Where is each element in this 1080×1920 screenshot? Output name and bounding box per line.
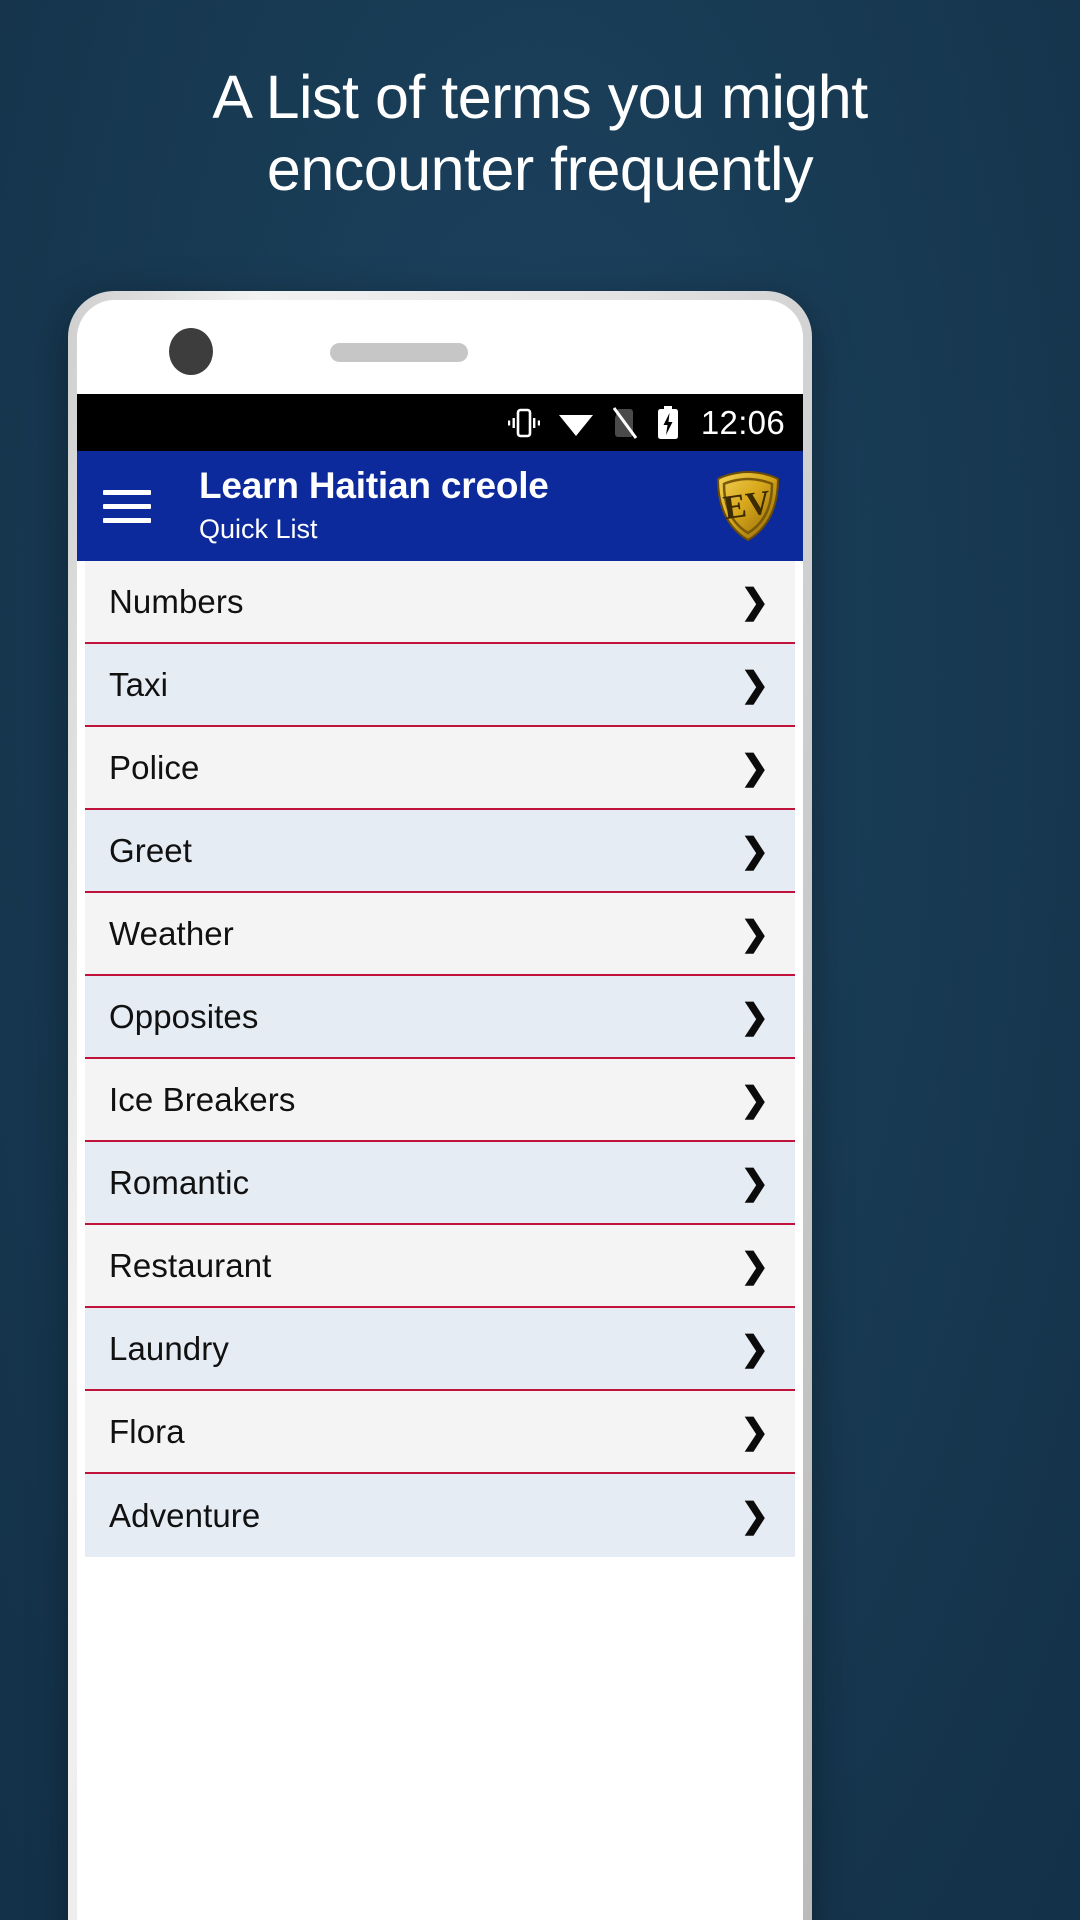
list-item-label: Greet	[109, 831, 193, 869]
app-bar-titles: Learn Haitian creole Quick List	[199, 465, 715, 547]
list-item-label: Romantic	[109, 1163, 250, 1201]
chevron-right-icon: ❯	[740, 1412, 770, 1451]
phone-hardware-top	[77, 300, 803, 394]
chevron-right-icon: ❯	[740, 582, 770, 621]
list-item[interactable]: Taxi ❯	[85, 644, 795, 727]
list-item[interactable]: Adventure ❯	[85, 1474, 795, 1557]
list-item-label: Opposites	[109, 997, 259, 1035]
chevron-right-icon: ❯	[740, 831, 770, 870]
quick-list[interactable]: Numbers ❯ Taxi ❯ Police ❯ Greet ❯ Weathe…	[77, 561, 803, 1920]
sim-off-icon	[611, 406, 639, 439]
vibrate-icon	[507, 408, 541, 438]
list-item[interactable]: Laundry ❯	[85, 1308, 795, 1391]
wifi-icon	[558, 409, 594, 437]
phone-screen: 12:06 Learn Haitian creole Quick List EV…	[77, 300, 803, 1920]
status-bar: 12:06	[77, 394, 803, 451]
speaker-grille	[330, 343, 468, 362]
chevron-right-icon: ❯	[740, 665, 770, 704]
list-item[interactable]: Police ❯	[85, 727, 795, 810]
list-item-label: Laundry	[109, 1329, 229, 1367]
list-item[interactable]: Numbers ❯	[85, 561, 795, 644]
list-item-label: Restaurant	[109, 1246, 272, 1284]
app-bar: Learn Haitian creole Quick List EV	[77, 451, 803, 561]
list-item[interactable]: Ice Breakers ❯	[85, 1059, 795, 1142]
svg-text:EV: EV	[721, 484, 773, 527]
chevron-right-icon: ❯	[740, 997, 770, 1036]
list-item[interactable]: Greet ❯	[85, 810, 795, 893]
list-item[interactable]: Romantic ❯	[85, 1142, 795, 1225]
list-item-label: Flora	[109, 1412, 185, 1450]
ev-shield-logo-icon[interactable]: EV	[715, 470, 781, 542]
chevron-right-icon: ❯	[740, 914, 770, 953]
app-subtitle: Quick List	[199, 513, 318, 544]
battery-charging-icon	[656, 405, 680, 440]
list-item[interactable]: Weather ❯	[85, 893, 795, 976]
list-item-label: Adventure	[109, 1496, 261, 1534]
hamburger-menu-icon[interactable]	[103, 489, 151, 523]
app-title: Learn Haitian creole	[199, 465, 549, 507]
list-item[interactable]: Restaurant ❯	[85, 1225, 795, 1308]
status-bar-clock: 12:06	[700, 403, 785, 441]
chevron-right-icon: ❯	[740, 1496, 770, 1535]
camera-icon	[169, 328, 213, 375]
chevron-right-icon: ❯	[740, 1163, 770, 1202]
chevron-right-icon: ❯	[740, 1246, 770, 1285]
list-item-label: Numbers	[109, 582, 244, 620]
list-item[interactable]: Flora ❯	[85, 1391, 795, 1474]
list-item-label: Weather	[109, 914, 234, 952]
phone-mockup: 12:06 Learn Haitian creole Quick List EV…	[68, 291, 812, 1920]
list-item[interactable]: Opposites ❯	[85, 976, 795, 1059]
list-item-label: Taxi	[109, 665, 169, 703]
list-item-label: Police	[109, 748, 200, 786]
chevron-right-icon: ❯	[740, 1080, 770, 1119]
list-item-label: Ice Breakers	[109, 1080, 296, 1118]
chevron-right-icon: ❯	[740, 1329, 770, 1368]
chevron-right-icon: ❯	[740, 748, 770, 787]
promo-headline: A List of terms you might encounter freq…	[212, 63, 868, 203]
